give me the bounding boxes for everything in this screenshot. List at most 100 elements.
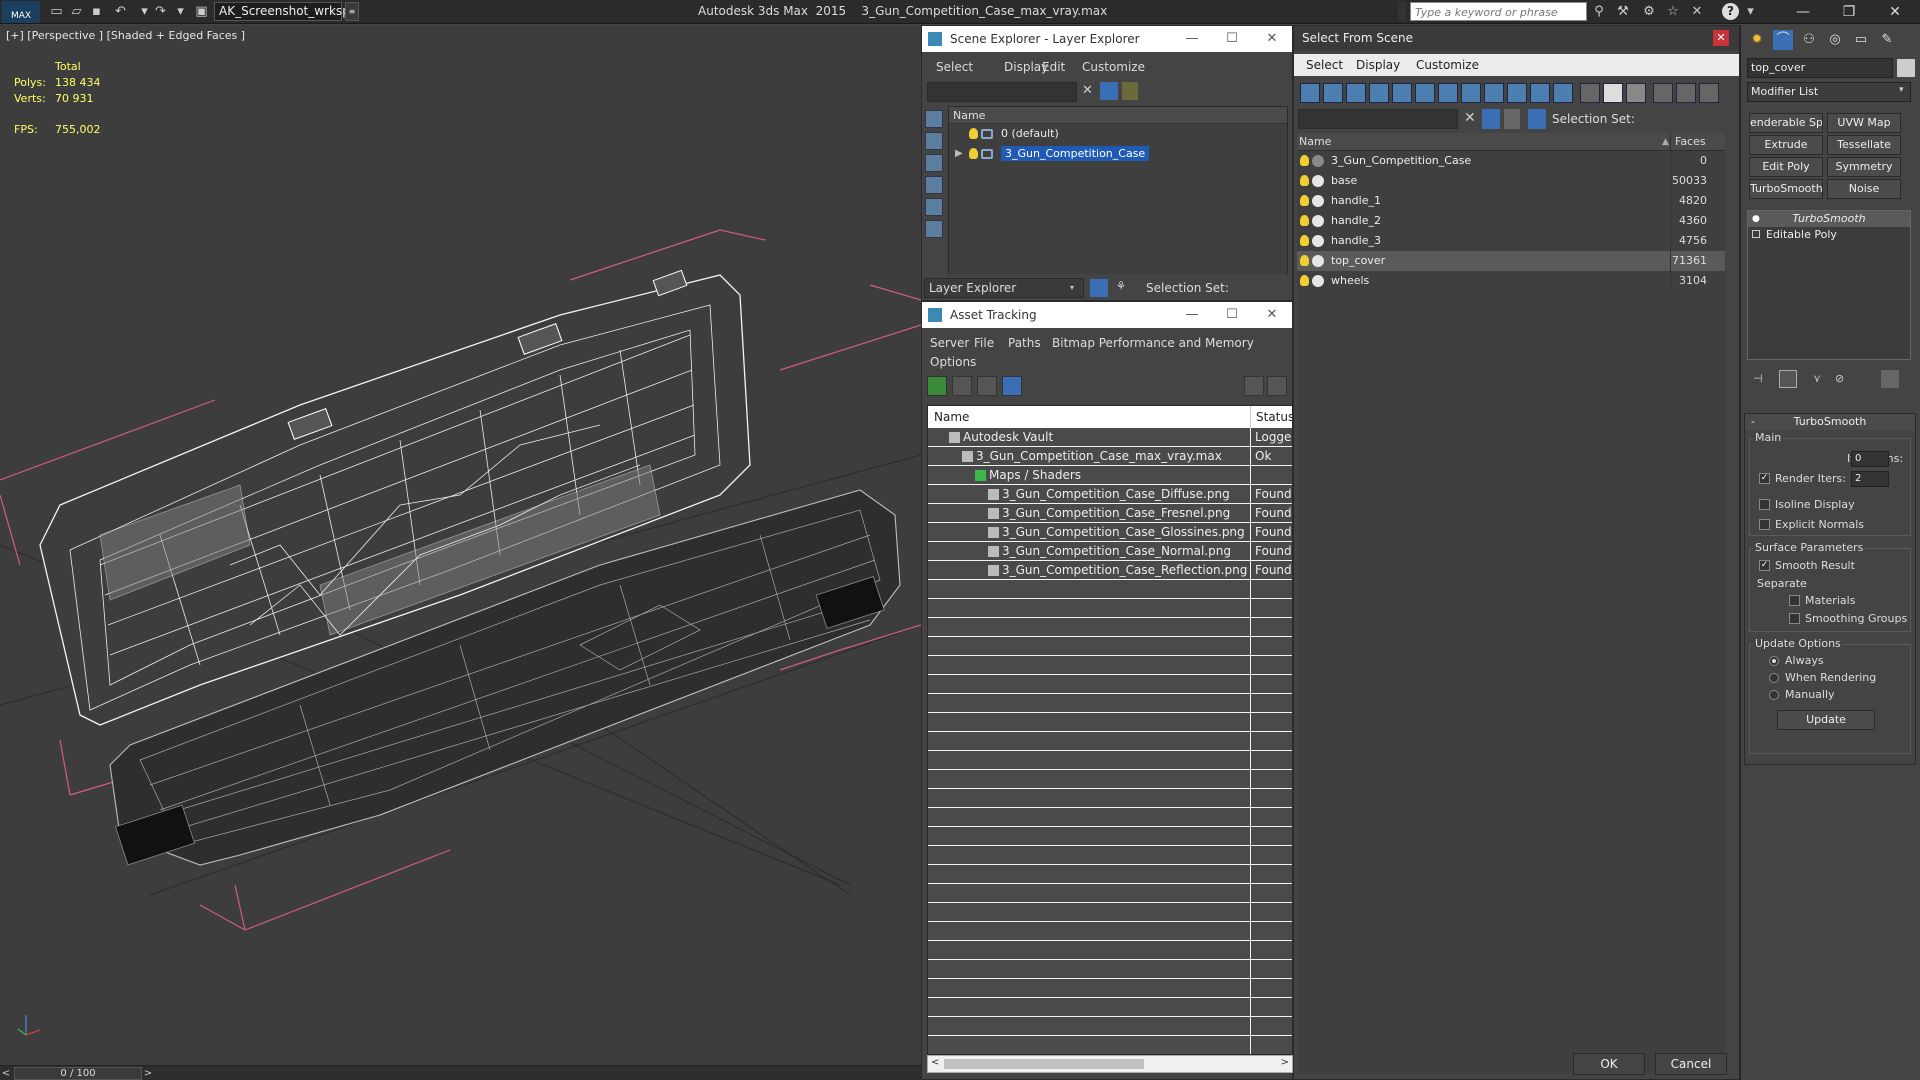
- light-bulb-icon[interactable]: [1300, 235, 1309, 246]
- asset-tracking-minimize[interactable]: —: [1172, 302, 1212, 328]
- filter-cameras-icon[interactable]: [1369, 83, 1389, 103]
- scene-explorer-minimize[interactable]: —: [1172, 26, 1212, 52]
- collapse-icon[interactable]: -: [1751, 414, 1755, 430]
- hierarchy-icon[interactable]: [1528, 109, 1546, 129]
- light-bulb-icon[interactable]: [1300, 155, 1309, 166]
- asset-row[interactable]: 3_Gun_Competition_Case_Diffuse.png Found: [928, 485, 1292, 504]
- open-file-icon[interactable]: ▱: [68, 3, 85, 20]
- smoothing-groups-checkbox[interactable]: [1789, 613, 1800, 624]
- light-bulb-icon[interactable]: [1300, 275, 1309, 286]
- configure-sets-icon[interactable]: [1881, 370, 1899, 388]
- make-unique-icon[interactable]: ⋎: [1813, 372, 1821, 385]
- stack-item-turbosmooth[interactable]: ● TurboSmooth: [1748, 211, 1910, 227]
- light-filter-icon[interactable]: [925, 154, 943, 172]
- menu-server[interactable]: Server: [930, 336, 969, 350]
- asset-row[interactable]: 3_Gun_Competition_Case_max_vray.max Ok: [928, 447, 1292, 466]
- communication-center-icon[interactable]: ⚙: [1640, 3, 1658, 21]
- light-bulb-icon[interactable]: [1300, 255, 1309, 266]
- object-row[interactable]: 3_Gun_Competition_Case 0: [1297, 151, 1725, 171]
- light-bulb-icon[interactable]: [969, 128, 978, 139]
- layer-tree-header[interactable]: Name: [949, 107, 1287, 124]
- scroll-thumb[interactable]: [944, 1059, 1144, 1069]
- object-row[interactable]: top_cover 71361: [1297, 251, 1725, 271]
- clear-filter-icon[interactable]: ✕: [1082, 83, 1093, 98]
- lightbulb-icon[interactable]: ●: [1752, 211, 1760, 227]
- filter-shapes-icon[interactable]: [1323, 83, 1343, 103]
- filter-helpers-icon[interactable]: [1392, 83, 1412, 103]
- camera-filter-icon[interactable]: [925, 176, 943, 194]
- expand-box-icon[interactable]: [1752, 230, 1760, 238]
- col-status-header[interactable]: Status: [1256, 406, 1292, 428]
- modifier-button-6[interactable]: Symmetry: [1827, 157, 1901, 177]
- asset-row[interactable]: Maps / Shaders: [928, 466, 1292, 485]
- col-faces-header[interactable]: Faces: [1670, 133, 1706, 151]
- settings-icon[interactable]: [1267, 376, 1287, 396]
- app-logo[interactable]: MAX: [2, 1, 40, 23]
- project-folder-icon[interactable]: ▣: [193, 3, 210, 20]
- restore-button[interactable]: ❐: [1826, 1, 1872, 23]
- funnel-icon[interactable]: [1653, 83, 1673, 103]
- workspace-dropdown[interactable]: AK_Screenshot_wrksp: [214, 2, 350, 21]
- ok-button[interactable]: OK: [1573, 1053, 1645, 1075]
- horizontal-scrollbar[interactable]: < >: [927, 1055, 1293, 1073]
- menu-customize[interactable]: Customize: [1082, 60, 1145, 74]
- menu-edit[interactable]: Edit: [1042, 60, 1065, 74]
- layer-row-default[interactable]: 0 (default): [949, 124, 1287, 144]
- modifier-button-2[interactable]: UVW Map: [1827, 113, 1901, 133]
- menu-options[interactable]: Options: [930, 355, 976, 369]
- menu-select[interactable]: Select: [1306, 58, 1343, 72]
- layer-toggle-icon[interactable]: [1090, 279, 1108, 297]
- stack-item-editable-poly[interactable]: Editable Poly: [1748, 227, 1910, 243]
- asset-row[interactable]: 3_Gun_Competition_Case_Fresnel.png Found: [928, 504, 1292, 523]
- scroll-right-icon[interactable]: >: [1281, 1057, 1289, 1068]
- light-bulb-icon[interactable]: [1300, 175, 1309, 186]
- time-next-icon[interactable]: >: [142, 1066, 154, 1080]
- layers-icon[interactable]: [1504, 109, 1520, 129]
- asset-row[interactable]: 3_Gun_Competition_Case_Normal.png Found: [928, 542, 1292, 561]
- modify-tab-icon[interactable]: ⌒: [1773, 30, 1793, 50]
- thumbnail-view-icon[interactable]: [977, 376, 997, 396]
- viewport-label[interactable]: [+] [Perspective ] [Shaded + Edged Faces…: [6, 29, 245, 42]
- menu-display[interactable]: Display: [1356, 58, 1400, 72]
- motion-tab-icon[interactable]: ◎: [1825, 30, 1845, 50]
- collapse-icon[interactable]: [1699, 83, 1719, 103]
- chevron-down-icon[interactable]: ▾: [1070, 283, 1074, 292]
- clear-find-icon[interactable]: ✕: [1464, 110, 1476, 126]
- help-icon[interactable]: ?: [1722, 3, 1739, 20]
- when-rendering-radio[interactable]: [1769, 673, 1779, 683]
- helper-filter-icon[interactable]: [925, 198, 943, 216]
- cancel-button[interactable]: Cancel: [1655, 1053, 1727, 1075]
- select-from-scene-title[interactable]: Select From Scene: [1294, 26, 1739, 51]
- scroll-left-icon[interactable]: <: [931, 1057, 939, 1068]
- scene-explorer-titlebar[interactable]: Scene Explorer - Layer Explorer — ☐ ✕: [922, 26, 1292, 52]
- utilities-tab-icon[interactable]: ✎: [1877, 30, 1897, 50]
- object-row[interactable]: handle_3 4756: [1297, 231, 1725, 251]
- object-row[interactable]: base 50033: [1297, 171, 1725, 191]
- close-button[interactable]: ✕: [1872, 1, 1918, 23]
- filter-bones-icon[interactable]: [1484, 83, 1504, 103]
- light-bulb-icon[interactable]: [1300, 195, 1309, 206]
- select-from-scene-close[interactable]: ✕: [1713, 30, 1729, 46]
- find-input[interactable]: [1298, 109, 1458, 129]
- select-none-icon[interactable]: [1603, 83, 1623, 103]
- refresh-icon[interactable]: [927, 376, 947, 396]
- object-color-swatch[interactable]: [1897, 59, 1915, 77]
- object-row[interactable]: handle_1 4820: [1297, 191, 1725, 211]
- asset-row[interactable]: 3_Gun_Competition_Case_Reflection.png Fou…: [928, 561, 1292, 580]
- pin-stack-icon[interactable]: ⊣: [1753, 372, 1763, 385]
- hierarchy-filter-icon[interactable]: [1676, 83, 1696, 103]
- materials-checkbox[interactable]: [1789, 595, 1800, 606]
- modifier-list-dropdown[interactable]: Modifier List: [1747, 82, 1911, 102]
- display-tab-icon[interactable]: ▭: [1851, 30, 1871, 50]
- scene-explorer-maximize[interactable]: ☐: [1212, 26, 1252, 52]
- asset-tracking-maximize[interactable]: ☐: [1212, 302, 1252, 328]
- close-x-icon[interactable]: ✕: [1688, 3, 1706, 21]
- filter-hidden-icon[interactable]: [1553, 83, 1573, 103]
- layer-add-icon[interactable]: [1122, 82, 1138, 100]
- explicit-normals-checkbox[interactable]: [1759, 519, 1770, 530]
- modifier-button-3[interactable]: Extrude: [1749, 135, 1823, 155]
- iterations-spinner[interactable]: 0: [1851, 451, 1889, 467]
- help-dropdown-icon[interactable]: ▾: [1742, 3, 1759, 20]
- render-iters-spinner[interactable]: 2: [1851, 471, 1889, 487]
- filter-containers-icon[interactable]: [1507, 83, 1527, 103]
